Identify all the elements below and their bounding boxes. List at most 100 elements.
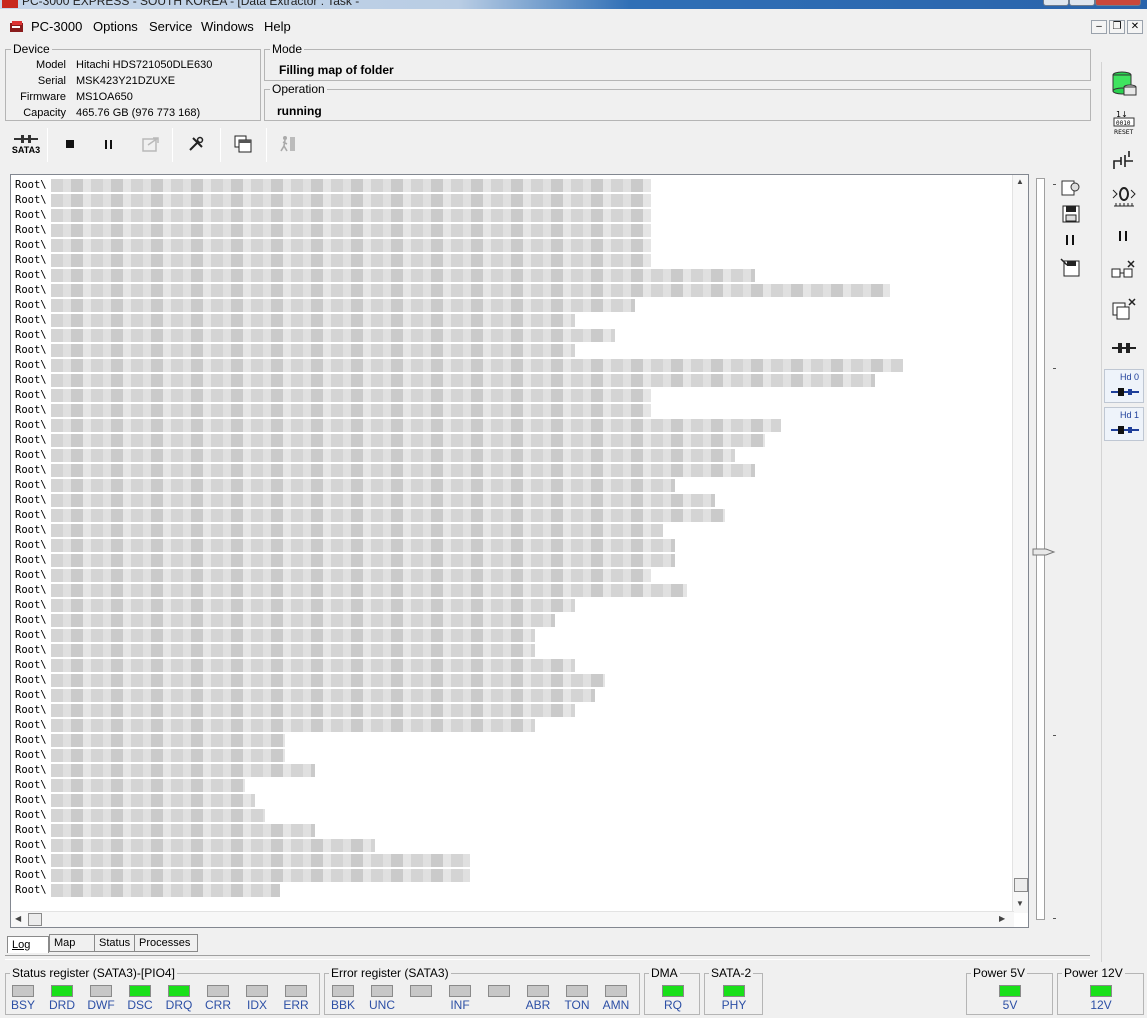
power-12v-legend: Power 12V: [1062, 966, 1125, 980]
menu-options[interactable]: Options: [93, 19, 138, 34]
redacted-path: [51, 179, 651, 192]
vertical-scroll-thumb[interactable]: [1014, 878, 1028, 892]
scroll-left-icon[interactable]: ◀: [15, 914, 21, 923]
error-led-label: INF: [450, 998, 470, 1012]
tab-status[interactable]: Status: [94, 934, 139, 952]
disconnect-button[interactable]: [1108, 254, 1140, 286]
log-line: Root\: [15, 733, 285, 748]
log-vertical-scrollbar[interactable]: ▲ ▼: [1012, 175, 1028, 913]
export-button[interactable]: [136, 129, 166, 159]
status-led: [168, 985, 190, 997]
tab-log[interactable]: Log: [7, 936, 49, 953]
head-button[interactable]: [1108, 180, 1140, 212]
redacted-path: [51, 344, 575, 357]
log-line-prefix: Root\: [15, 719, 47, 731]
close-windows-button[interactable]: [1108, 294, 1140, 326]
log-line-prefix: Root\: [15, 554, 47, 566]
scroll-down-icon[interactable]: ▼: [1016, 899, 1024, 908]
minimize-window-button[interactable]: [1043, 0, 1069, 6]
status-led: [129, 985, 151, 997]
scroll-right-icon[interactable]: ▶: [999, 914, 1005, 923]
log-line: Root\: [15, 268, 755, 283]
log-line-prefix: Root\: [15, 239, 47, 251]
phy-led: [723, 985, 745, 997]
log-line-prefix: Root\: [15, 839, 47, 851]
redacted-path: [51, 194, 651, 207]
save-as-log-icon[interactable]: [1060, 258, 1082, 278]
log-line-prefix: Root\: [15, 509, 47, 521]
menu-windows[interactable]: Windows: [201, 19, 254, 34]
error-led: [527, 985, 549, 997]
log-panel[interactable]: Root\ Root\ Root\ Root\ Root\ Root\ Root\ Root\…: [10, 174, 1029, 928]
reset-button[interactable]: 1↓ 0010 RESET: [1108, 106, 1140, 138]
export-disabled-icon: [142, 137, 159, 152]
log-line-prefix: Root\: [15, 779, 47, 791]
power-5v-led: [999, 985, 1021, 997]
log-line-prefix: Root\: [15, 704, 47, 716]
firmware-value: MS1OA650: [76, 91, 133, 103]
error-register-legend: Error register (SATA3): [329, 966, 451, 980]
power-12v-label: 12V: [1090, 998, 1112, 1012]
copy-window-button[interactable]: [228, 129, 258, 159]
status-led-label: DRD: [49, 998, 75, 1012]
stop-button[interactable]: [55, 129, 85, 159]
pause-drive-button[interactable]: [1108, 220, 1140, 252]
app-menu-icon[interactable]: [9, 20, 25, 34]
status-led-label: DRQ: [165, 998, 193, 1012]
close-window-button[interactable]: [1095, 0, 1141, 6]
maximize-window-button[interactable]: [1069, 0, 1095, 6]
toolbar-separator: [172, 128, 173, 162]
hd0-button[interactable]: Hd 0: [1104, 369, 1144, 403]
redacted-path: [51, 434, 765, 447]
log-line: Root\: [15, 808, 265, 823]
redacted-path: [51, 554, 675, 567]
log-line-prefix: Root\: [15, 329, 47, 341]
tools-button[interactable]: [181, 129, 211, 159]
mdi-close-button[interactable]: ✕: [1127, 20, 1143, 34]
hd1-button[interactable]: Hd 1: [1104, 407, 1144, 441]
log-settings-icon[interactable]: [1060, 177, 1082, 197]
mdi-minimize-button[interactable]: –: [1091, 20, 1107, 34]
log-line-prefix: Root\: [15, 419, 47, 431]
firmware-label: Firmware: [20, 91, 66, 103]
log-line: Root\: [15, 613, 555, 628]
log-line: Root\: [15, 343, 575, 358]
mdi-restore-button[interactable]: ❐: [1109, 20, 1125, 34]
horizontal-scroll-thumb[interactable]: [28, 913, 42, 926]
redacted-path: [51, 494, 715, 507]
log-line-prefix: Root\: [15, 584, 47, 596]
redacted-path: [51, 209, 651, 222]
capacity-label: Capacity: [23, 107, 66, 119]
port-select-button[interactable]: SATA3: [8, 129, 44, 159]
pause-button[interactable]: [94, 129, 124, 159]
power-connector-button[interactable]: [1108, 144, 1140, 176]
tab-processes[interactable]: Processes: [134, 934, 198, 952]
database-button[interactable]: [1108, 66, 1140, 98]
save-log-icon[interactable]: [1062, 205, 1080, 223]
serial-label: Serial: [37, 75, 66, 87]
capacity-value: 465.76 GB (976 773 168): [76, 107, 201, 119]
scroll-up-icon[interactable]: ▲: [1016, 177, 1024, 186]
redacted-path: [51, 449, 735, 462]
sata2-legend: SATA-2: [709, 966, 754, 980]
hd1-cable-icon: [1111, 426, 1139, 434]
port-config-button[interactable]: [1108, 332, 1140, 364]
error-led-label: UNC: [369, 998, 395, 1012]
menu-pc3000[interactable]: PC-3000: [31, 19, 82, 34]
port-label: SATA3: [11, 145, 41, 155]
serial-value: MSK423Y21DZUXE: [76, 75, 176, 87]
slider-knob[interactable]: [1032, 548, 1056, 556]
pause-log-icon[interactable]: [1065, 234, 1077, 246]
exit-task-button[interactable]: [273, 129, 303, 159]
log-line-prefix: Root\: [15, 314, 47, 326]
right-tool-strip: 1↓ 0010 RESET Hd 0 Hd 1: [1101, 62, 1145, 962]
menu-help[interactable]: Help: [264, 19, 291, 34]
menu-service[interactable]: Service: [149, 19, 192, 34]
redacted-path: [51, 884, 280, 897]
log-line: Root\: [15, 598, 575, 613]
tab-map[interactable]: Map: [49, 934, 95, 952]
window-title-bar[interactable]: PC-3000 EXPRESS - SOUTH KOREA - [Data Ex…: [0, 0, 1147, 9]
log-horizontal-scrollbar[interactable]: ◀ ▶: [11, 911, 1014, 927]
redacted-path: [51, 389, 651, 402]
log-position-slider[interactable]: [1032, 178, 1062, 923]
